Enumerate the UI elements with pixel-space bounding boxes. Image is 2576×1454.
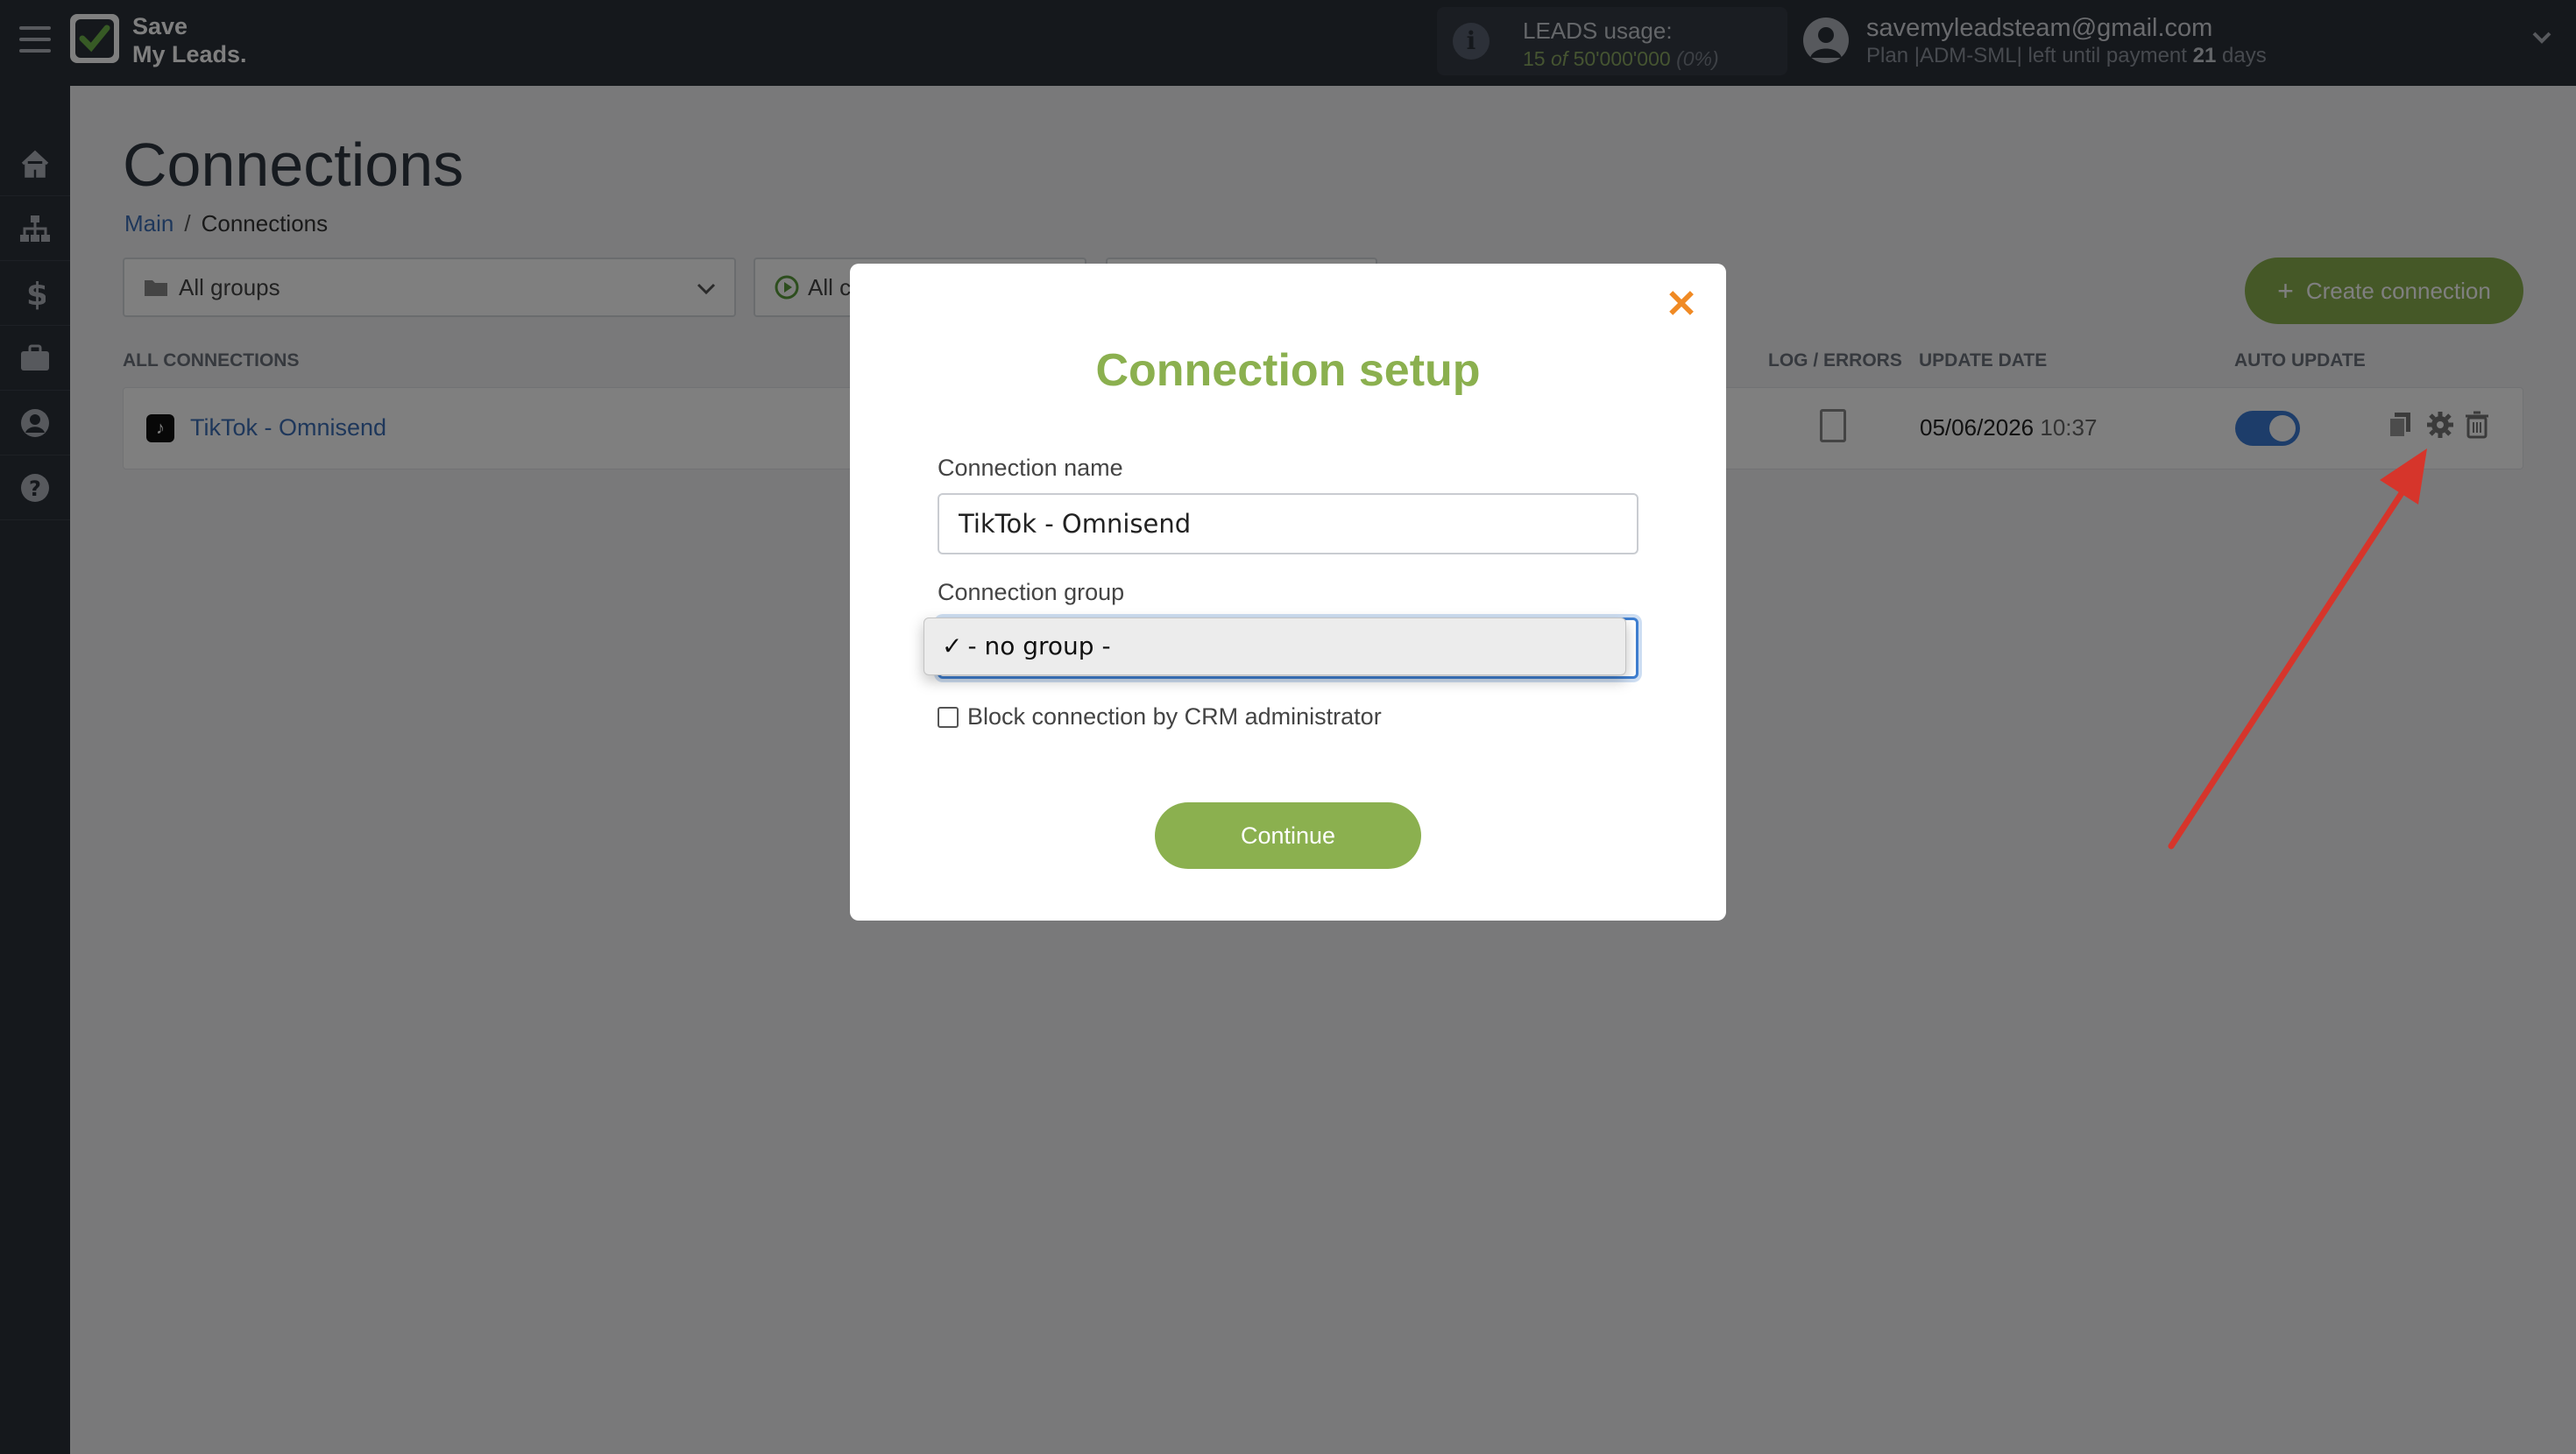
connection-name-input[interactable]: [938, 493, 1638, 554]
block-connection-checkbox[interactable]: [938, 707, 959, 728]
dialog-title: Connection setup: [1095, 345, 1481, 396]
checkmark-icon: ✓: [942, 632, 963, 660]
annotation-arrow: [2168, 448, 2427, 850]
connection-setup-dialog: ✕ Connection setup Connection name Conne…: [850, 264, 1726, 921]
continue-button[interactable]: Continue: [1155, 802, 1421, 869]
block-connection-label[interactable]: Block connection by CRM administrator: [967, 703, 1382, 731]
connection-name-label: Connection name: [938, 455, 1123, 481]
close-icon[interactable]: ✕: [1663, 286, 1700, 324]
group-option-no-group[interactable]: ✓ - no group -: [924, 618, 1626, 675]
connection-group-label: Connection group: [938, 579, 1125, 605]
